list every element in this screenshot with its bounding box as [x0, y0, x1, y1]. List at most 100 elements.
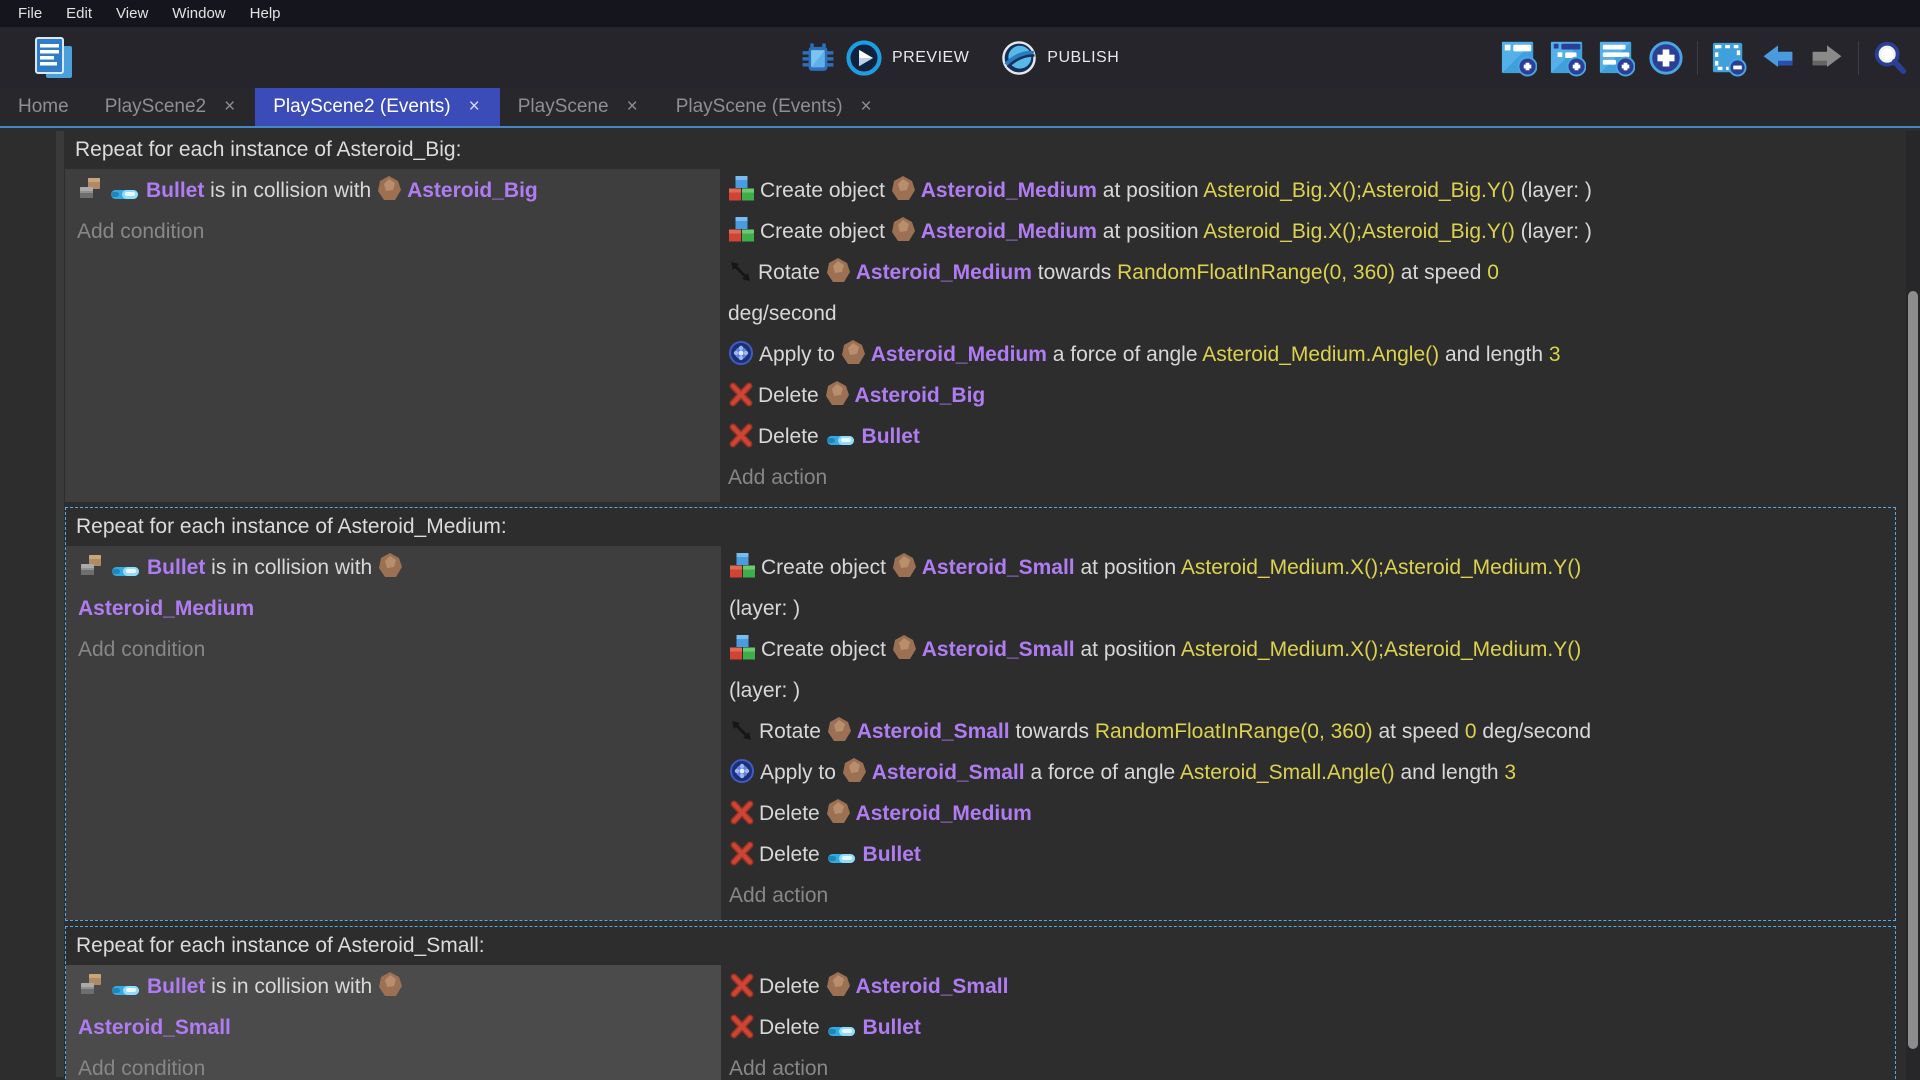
- menu-item-window[interactable]: Window: [160, 0, 237, 27]
- asteroid-icon: [378, 971, 403, 998]
- scrollbar-thumb[interactable]: [1908, 291, 1918, 1049]
- asteroid-icon: [892, 634, 917, 661]
- action-row[interactable]: Delete Bullet: [729, 834, 1891, 875]
- expression-text: 3: [1549, 343, 1561, 366]
- condition-row[interactable]: Bullet is in collision with Asteroid_Big: [77, 170, 712, 211]
- plain-text: at position: [1075, 638, 1181, 661]
- plain-text: Create object: [760, 220, 891, 243]
- debug-icon[interactable]: [800, 40, 836, 76]
- preview-icon[interactable]: [846, 40, 882, 76]
- event-block[interactable]: Repeat for each instance of Asteroid_Sma…: [65, 926, 1896, 1080]
- add-circle-icon[interactable]: [1648, 40, 1684, 76]
- object-name: Asteroid_Medium: [921, 179, 1097, 202]
- create-icon: [729, 552, 756, 579]
- add-action-button[interactable]: Add action: [728, 457, 1892, 498]
- add-action-button[interactable]: Add action: [729, 1048, 1891, 1080]
- tab-label: PlayScene2: [105, 96, 206, 118]
- plain-text: Delete: [759, 843, 826, 866]
- menu-item-file[interactable]: File: [6, 0, 54, 27]
- vertical-scrollbar[interactable]: [1906, 131, 1920, 1080]
- bullet-icon: [110, 563, 142, 579]
- add-event-icon[interactable]: [1501, 40, 1537, 76]
- create-icon: [728, 216, 755, 243]
- actions-cell[interactable]: Create object Asteroid_Small at position…: [721, 546, 1895, 920]
- action-row[interactable]: Delete Bullet: [728, 416, 1892, 457]
- tab-playscene2-events[interactable]: PlayScene2 (Events)×: [255, 88, 500, 126]
- publish-button-label[interactable]: PUBLISH: [1047, 49, 1119, 67]
- action-row[interactable]: Create object Asteroid_Medium at positio…: [728, 211, 1892, 252]
- close-tab-icon[interactable]: ×: [467, 96, 482, 118]
- add-condition-button[interactable]: Add condition: [78, 1048, 713, 1080]
- event-block[interactable]: Repeat for each instance of Asteroid_Med…: [65, 507, 1896, 921]
- action-row[interactable]: Delete Asteroid_Small: [729, 966, 1891, 1007]
- delete-icon: [729, 1014, 754, 1039]
- tab-home[interactable]: Home: [0, 88, 87, 126]
- plain-text: Delete: [758, 384, 825, 407]
- object-name: Asteroid_Small: [922, 638, 1075, 661]
- event-header[interactable]: Repeat for each instance of Asteroid_Big…: [65, 131, 1896, 169]
- menu-item-help[interactable]: Help: [238, 0, 293, 27]
- plain-text: at speed: [1395, 261, 1487, 284]
- close-tab-icon[interactable]: ×: [859, 96, 874, 118]
- plain-text: Apply to: [759, 343, 841, 366]
- action-row[interactable]: Rotate Asteroid_Medium towards RandomFlo…: [728, 252, 1892, 334]
- publish-icon[interactable]: [1001, 40, 1037, 76]
- action-row[interactable]: Create object Asteroid_Medium at positio…: [728, 170, 1892, 211]
- plain-text: and length: [1395, 761, 1505, 784]
- action-row[interactable]: Delete Asteroid_Big: [728, 375, 1892, 416]
- event-body: Bullet is in collision with Asteroid_Big…: [65, 169, 1896, 502]
- actions-cell[interactable]: Create object Asteroid_Medium at positio…: [720, 169, 1896, 502]
- add-subevent-icon[interactable]: [1550, 40, 1586, 76]
- conditions-cell[interactable]: Bullet is in collision with Asteroid_Med…: [66, 546, 721, 920]
- plain-text: (layer: ): [729, 597, 800, 620]
- action-row[interactable]: Create object Asteroid_Small at position…: [729, 629, 1891, 711]
- action-row[interactable]: Apply to Asteroid_Small a force of angle…: [729, 752, 1891, 793]
- event-block[interactable]: Repeat for each instance of Asteroid_Big…: [65, 131, 1896, 502]
- add-comment-icon[interactable]: [1599, 40, 1635, 76]
- add-condition-button[interactable]: Add condition: [78, 629, 713, 670]
- delete-icon: [729, 973, 754, 998]
- redo-icon[interactable]: [1809, 40, 1845, 76]
- plain-text: Delete: [759, 1016, 826, 1039]
- conditions-cell[interactable]: Bullet is in collision with Asteroid_Sma…: [66, 965, 721, 1080]
- tab-playscene2[interactable]: PlayScene2 ×: [87, 88, 256, 126]
- close-tab-icon[interactable]: ×: [222, 96, 237, 118]
- search-icon[interactable]: [1872, 40, 1908, 76]
- close-tab-icon[interactable]: ×: [625, 96, 640, 118]
- undo-icon[interactable]: [1760, 40, 1796, 76]
- event-header[interactable]: Repeat for each instance of Asteroid_Med…: [66, 508, 1895, 546]
- asteroid-icon: [892, 552, 917, 579]
- menu-item-edit[interactable]: Edit: [54, 0, 104, 27]
- event-header[interactable]: Repeat for each instance of Asteroid_Sma…: [66, 927, 1895, 965]
- condition-row[interactable]: Bullet is in collision with Asteroid_Med…: [78, 547, 713, 629]
- plain-text: a force of angle: [1025, 761, 1180, 784]
- plain-text: Create object: [761, 638, 892, 661]
- toolbar-separator: [1858, 41, 1859, 75]
- rotate-icon: [729, 718, 754, 743]
- expression-text: 0: [1487, 261, 1499, 284]
- tab-playscene-events[interactable]: PlayScene (Events) ×: [658, 88, 892, 126]
- plain-text: (layer: ): [729, 679, 800, 702]
- object-name: Asteroid_Small: [872, 761, 1025, 784]
- expression-text: Asteroid_Big.X();Asteroid_Big.Y(): [1203, 179, 1515, 202]
- tab-label: PlayScene (Events): [676, 96, 843, 118]
- menu-bar: FileEditViewWindowHelp: [0, 0, 1920, 27]
- object-name: Asteroid_Big: [855, 384, 986, 407]
- action-row[interactable]: Rotate Asteroid_Small towards RandomFloa…: [729, 711, 1891, 752]
- preview-button-label[interactable]: PREVIEW: [892, 49, 969, 67]
- tab-playscene[interactable]: PlayScene×: [500, 88, 658, 126]
- action-row[interactable]: Create object Asteroid_Small at position…: [729, 547, 1891, 629]
- menu-item-view[interactable]: View: [104, 0, 160, 27]
- action-row[interactable]: Apply to Asteroid_Medium a force of angl…: [728, 334, 1892, 375]
- object-name: Asteroid_Medium: [78, 597, 254, 620]
- condition-row[interactable]: Bullet is in collision with Asteroid_Sma…: [78, 966, 713, 1048]
- bullet-icon: [110, 982, 142, 998]
- delete-icon: [729, 841, 754, 866]
- action-row[interactable]: Delete Bullet: [729, 1007, 1891, 1048]
- add-condition-button[interactable]: Add condition: [77, 211, 712, 252]
- action-row[interactable]: Delete Asteroid_Medium: [729, 793, 1891, 834]
- add-action-button[interactable]: Add action: [729, 875, 1891, 916]
- conditions-cell[interactable]: Bullet is in collision with Asteroid_Big…: [65, 169, 720, 502]
- select-events-icon[interactable]: [1711, 40, 1747, 76]
- actions-cell[interactable]: Delete Asteroid_SmallDelete BulletAdd ac…: [721, 965, 1895, 1080]
